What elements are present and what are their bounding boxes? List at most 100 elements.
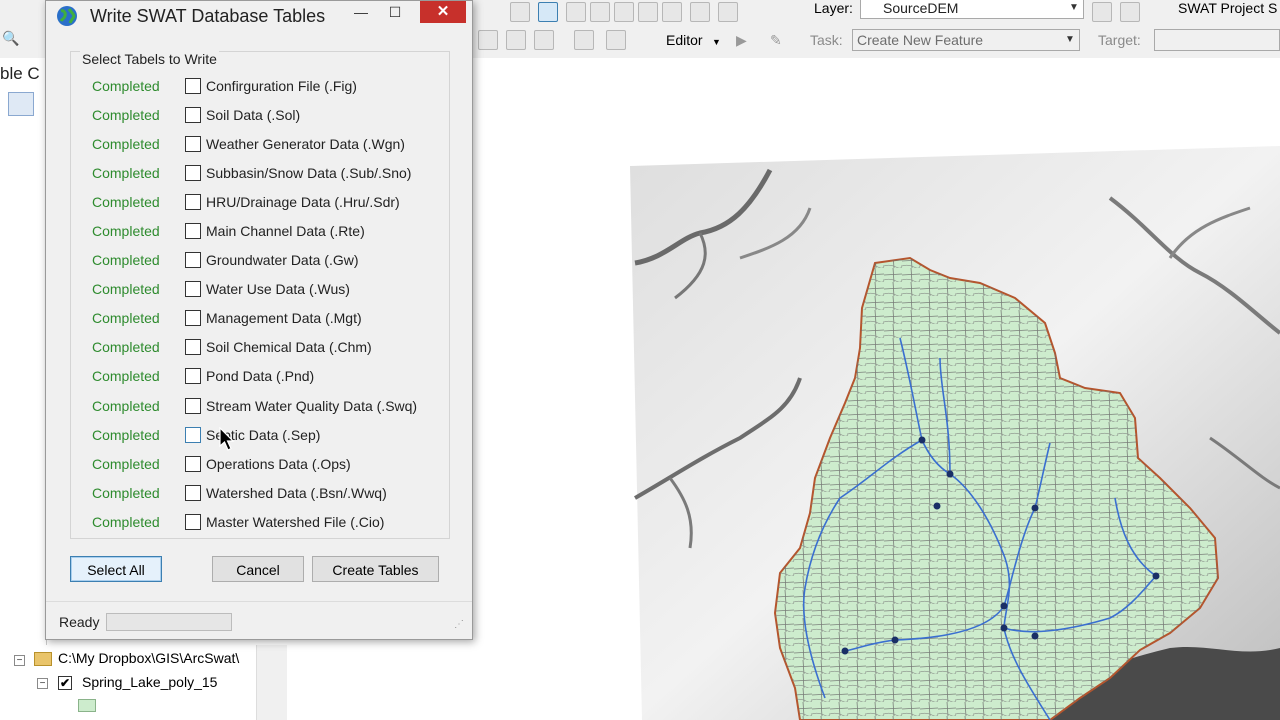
row-checkbox[interactable] bbox=[185, 136, 201, 152]
editor-menu[interactable]: Editor bbox=[666, 32, 703, 48]
table-row: Completed Weather Generator Data (.Wgn) bbox=[46, 136, 466, 162]
row-checkbox[interactable] bbox=[185, 252, 201, 268]
zoom-tools: 🔍 bbox=[2, 28, 42, 52]
row-label[interactable]: Soil Chemical Data (.Chm) bbox=[206, 339, 372, 355]
target-select[interactable] bbox=[1154, 29, 1280, 51]
table-row: Completed Watershed Data (.Bsn/.Wwq) bbox=[46, 485, 466, 511]
row-label[interactable]: Management Data (.Mgt) bbox=[206, 310, 362, 326]
collapse-icon[interactable]: − bbox=[37, 678, 48, 689]
status-text: Ready bbox=[59, 614, 100, 630]
row-status: Completed bbox=[92, 427, 160, 443]
table-icon[interactable] bbox=[566, 2, 586, 22]
table-row: Completed Pond Data (.Pnd) bbox=[46, 368, 466, 394]
row-label[interactable]: Soil Data (.Sol) bbox=[206, 107, 300, 123]
layer-select[interactable]: SourceDEM ▼ bbox=[860, 0, 1084, 19]
time-slider-icon[interactable] bbox=[574, 30, 594, 50]
row-status: Completed bbox=[92, 310, 160, 326]
layer-visibility-checkbox[interactable]: ✔ bbox=[58, 676, 72, 690]
table-row: Completed HRU/Drainage Data (.Hru/.Sdr) bbox=[46, 194, 466, 220]
table-row: Completed Stream Water Quality Data (.Swq… bbox=[46, 398, 466, 424]
row-label[interactable]: Subbasin/Snow Data (.Sub/.Sno) bbox=[206, 165, 411, 181]
swat-project-label[interactable]: SWAT Project S bbox=[1178, 0, 1277, 16]
table-row: Completed Water Use Data (.Wus) bbox=[46, 281, 466, 307]
row-checkbox[interactable] bbox=[185, 485, 201, 501]
row-label[interactable]: Operations Data (.Ops) bbox=[206, 456, 351, 472]
layer-symbol-swatch bbox=[78, 699, 96, 712]
dialog-statusbar: Ready ⋰ bbox=[46, 601, 472, 640]
toc-folder-path[interactable]: C:\My Dropbox\GIS\ArcSwat\ bbox=[58, 650, 239, 666]
row-label[interactable]: Main Channel Data (.Rte) bbox=[206, 223, 365, 239]
row-checkbox[interactable] bbox=[185, 368, 201, 384]
table-row: Completed Management Data (.Mgt) bbox=[46, 310, 466, 336]
chevron-down-icon: ▼ bbox=[1069, 2, 1079, 13]
toc-layer-name[interactable]: Spring_Lake_poly_15 bbox=[82, 674, 217, 690]
table-row: Completed Main Channel Data (.Rte) bbox=[46, 223, 466, 249]
cancel-button[interactable]: Cancel bbox=[212, 556, 304, 582]
close-button[interactable]: ✕ bbox=[420, 1, 466, 23]
swipe-icon[interactable] bbox=[1092, 2, 1112, 22]
collapse-icon[interactable]: − bbox=[14, 655, 25, 666]
map-view[interactable] bbox=[470, 58, 1280, 720]
row-label[interactable]: Groundwater Data (.Gw) bbox=[206, 252, 359, 268]
row-checkbox[interactable] bbox=[185, 427, 201, 443]
layer-label: Layer: bbox=[814, 0, 853, 16]
row-checkbox[interactable] bbox=[185, 281, 201, 297]
maximize-button[interactable]: ☐ bbox=[380, 1, 410, 23]
row-checkbox[interactable] bbox=[185, 107, 201, 123]
create-tables-button[interactable]: Create Tables bbox=[312, 556, 439, 582]
table-of-contents: − C:\My Dropbox\GIS\ArcSwat\ − ✔ Spring_… bbox=[0, 645, 287, 720]
edit-icon[interactable] bbox=[590, 2, 610, 22]
python-icon[interactable] bbox=[662, 2, 682, 22]
row-label[interactable]: HRU/Drainage Data (.Hru/.Sdr) bbox=[206, 194, 400, 210]
dropdown-arrow-icon[interactable] bbox=[510, 2, 530, 22]
left-panel: ble C bbox=[0, 58, 47, 720]
histogram-icon[interactable] bbox=[1120, 2, 1140, 22]
row-status: Completed bbox=[92, 107, 160, 123]
select-tool-icon[interactable] bbox=[538, 2, 558, 22]
minimize-button[interactable]: — bbox=[346, 1, 376, 23]
model-icon[interactable] bbox=[690, 2, 710, 22]
row-checkbox[interactable] bbox=[185, 78, 201, 94]
toolbox-icon[interactable] bbox=[638, 2, 658, 22]
table-row: Completed Subbasin/Snow Data (.Sub/.Sno) bbox=[46, 165, 466, 191]
resize-grip-icon[interactable]: ⋰ bbox=[454, 620, 466, 634]
list-by-drawing-order-icon[interactable] bbox=[8, 92, 34, 116]
row-status: Completed bbox=[92, 456, 160, 472]
row-checkbox[interactable] bbox=[185, 398, 201, 414]
catalog-icon[interactable] bbox=[614, 2, 634, 22]
row-checkbox[interactable] bbox=[185, 194, 201, 210]
binoculars-icon[interactable] bbox=[478, 30, 498, 50]
dialog-titlebar[interactable]: Write SWAT Database Tables — ☐ ✕ bbox=[46, 1, 472, 31]
goto-xy-icon[interactable] bbox=[506, 30, 526, 50]
row-checkbox[interactable] bbox=[185, 165, 201, 181]
task-select[interactable]: Create New Feature ▼ bbox=[852, 29, 1080, 51]
row-label[interactable]: Pond Data (.Pnd) bbox=[206, 368, 314, 384]
help-icon[interactable] bbox=[718, 2, 738, 22]
toc-scrollbar[interactable] bbox=[256, 645, 287, 720]
row-checkbox[interactable] bbox=[185, 339, 201, 355]
map-canvas[interactable] bbox=[470, 58, 1280, 720]
select-all-button[interactable]: Select All bbox=[70, 556, 162, 582]
row-label[interactable]: Watershed Data (.Bsn/.Wwq) bbox=[206, 485, 387, 501]
layout-icon[interactable] bbox=[606, 30, 626, 50]
row-status: Completed bbox=[92, 78, 160, 94]
row-status: Completed bbox=[92, 485, 160, 501]
row-checkbox[interactable] bbox=[185, 310, 201, 326]
row-checkbox[interactable] bbox=[185, 456, 201, 472]
row-label[interactable]: Weather Generator Data (.Wgn) bbox=[206, 136, 405, 152]
table-row: Completed Confirguration File (.Fig) bbox=[46, 78, 466, 104]
row-label[interactable]: Stream Water Quality Data (.Swq) bbox=[206, 398, 417, 414]
write-swat-tables-dialog: Write SWAT Database Tables — ☐ ✕ Select … bbox=[45, 0, 473, 640]
globe-icon bbox=[57, 6, 77, 26]
play-icon: ▶ bbox=[736, 32, 747, 48]
row-checkbox[interactable] bbox=[185, 514, 201, 530]
row-checkbox[interactable] bbox=[185, 223, 201, 239]
row-status: Completed bbox=[92, 194, 160, 210]
row-label[interactable]: Master Watershed File (.Cio) bbox=[206, 514, 384, 530]
zoom-in-icon[interactable]: 🔍 bbox=[2, 30, 19, 47]
chevron-down-icon: ▼ bbox=[712, 37, 721, 47]
row-label[interactable]: Confirguration File (.Fig) bbox=[206, 78, 357, 94]
progress-bar bbox=[106, 613, 232, 631]
row-label[interactable]: Water Use Data (.Wus) bbox=[206, 281, 350, 297]
xy-icon[interactable] bbox=[534, 30, 554, 50]
